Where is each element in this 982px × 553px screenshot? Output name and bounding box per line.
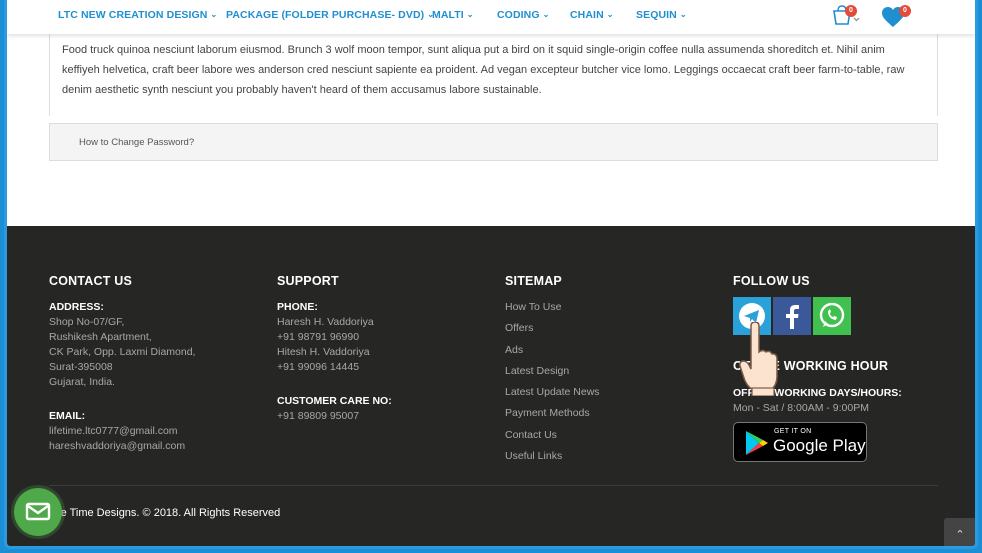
- support-title: SUPPORT: [277, 274, 339, 288]
- faq-answer-text: Food truck quinoa nesciunt laborum eiusm…: [62, 44, 905, 96]
- chevron-down-icon: ⌄: [606, 10, 614, 19]
- email-label: EMAIL:: [49, 410, 86, 422]
- chevron-up-icon: ⌃: [955, 529, 965, 541]
- address-line: Rushikesh Apartment,: [49, 331, 152, 343]
- nav-item-coding[interactable]: CODING ⌄: [497, 9, 549, 21]
- sitemap-link-useful-links[interactable]: Useful Links: [505, 446, 600, 467]
- nav-item-malti[interactable]: MALTI ⌄: [432, 9, 474, 21]
- follow-title: FOLLOW US: [733, 274, 810, 288]
- sitemap-link-offers[interactable]: Offers: [505, 318, 600, 339]
- chat-button[interactable]: [14, 488, 62, 536]
- email-link[interactable]: lifetime.ltc0777@gmail.com: [49, 424, 195, 439]
- sitemap-title: SITEMAP: [505, 274, 562, 288]
- google-play-bottom-text: Google Play: [773, 436, 866, 455]
- nav-item-label: CHAIN: [570, 9, 604, 21]
- nav-item-label: LTC NEW CREATION DESIGN: [58, 9, 208, 21]
- address-label: ADDRESS:: [49, 301, 104, 313]
- nav-item-ltc-new-creation[interactable]: LTC NEW CREATION DESIGN ⌄: [58, 9, 217, 21]
- nav-item-label: SEQUIN: [636, 9, 677, 21]
- nav-item-label: MALTI: [432, 9, 464, 21]
- nav-item-sequin[interactable]: SEQUIN ⌄: [636, 9, 687, 21]
- phone-label: PHONE:: [277, 301, 318, 313]
- address-line: Shop No-07/GF,: [49, 316, 125, 328]
- footer-sitemap-column: SITEMAP How To Use Offers Ads Latest Des…: [505, 274, 600, 467]
- whatsapp-icon: [813, 297, 851, 335]
- sitemap-link-how-to-use[interactable]: How To Use: [505, 297, 600, 318]
- nav-item-label: PACKAGE (FOLDER PURCHASE- DVD): [226, 9, 425, 21]
- chevron-down-icon: ⌄: [466, 10, 474, 19]
- sitemap-link-contact-us[interactable]: Contact Us: [505, 425, 600, 446]
- address-line: CK Park, Opp. Laxmi Diamond,: [49, 346, 196, 358]
- footer-support-column: SUPPORT PHONE: Haresh H. Vaddoriya +91 9…: [277, 274, 392, 424]
- footer-divider: [49, 485, 938, 486]
- address-line: Surat-395008: [49, 361, 113, 373]
- phone-line[interactable]: +91 98791 96990: [277, 330, 392, 345]
- chevron-down-icon: ⌄: [542, 10, 550, 19]
- wishlist-count-badge: 0: [899, 5, 911, 17]
- copyright-text: Life Time Designs. © 2018. All Rights Re…: [49, 507, 281, 519]
- top-navigation: LTC NEW CREATION DESIGN ⌄ PACKAGE (FOLDER…: [7, 0, 975, 34]
- pointer-hand-icon: [739, 322, 778, 396]
- footer: CONTACT US ADDRESS: Shop No-07/GF, Rushi…: [7, 226, 975, 546]
- phone-line: Haresh H. Vaddoriya: [277, 316, 374, 328]
- wishlist-button[interactable]: 0: [881, 5, 911, 29]
- phone-line: Hitesh H. Vaddoriya: [277, 346, 370, 358]
- office-hours-value: Mon - Sat / 8:00AM - 9:00PM: [733, 402, 869, 414]
- nav-item-chain[interactable]: CHAIN ⌄: [570, 9, 614, 21]
- nav-item-label: CODING: [497, 9, 540, 21]
- contact-title: CONTACT US: [49, 274, 133, 288]
- footer-contact-column: CONTACT US ADDRESS: Shop No-07/GF, Rushi…: [49, 274, 195, 454]
- google-play-icon: [746, 431, 768, 455]
- faq-question-label: How to Change Password?: [79, 137, 195, 148]
- chevron-down-icon: ⌄: [679, 10, 687, 19]
- faq-answer-panel: Food truck quinoa nesciunt laborum eiusm…: [49, 34, 938, 116]
- google-play-badge[interactable]: GET IT ON Google Play: [733, 422, 867, 462]
- sitemap-link-payment-methods[interactable]: Payment Methods: [505, 403, 600, 424]
- phone-line[interactable]: +91 99096 14445: [277, 360, 392, 375]
- whatsapp-button[interactable]: [813, 297, 851, 335]
- cart-button[interactable]: 0: [831, 5, 861, 29]
- nav-item-package[interactable]: PACKAGE (FOLDER PURCHASE- DVD) ⌄: [226, 9, 434, 21]
- google-play-top-text: GET IT ON: [774, 428, 812, 435]
- address-line: Gujarat, India.: [49, 376, 115, 388]
- scroll-to-top-button[interactable]: ⌃: [944, 518, 975, 546]
- sitemap-link-ads[interactable]: Ads: [505, 340, 600, 361]
- mail-icon: [25, 502, 51, 521]
- cart-count-badge: 0: [845, 5, 857, 17]
- faq-item-change-password[interactable]: How to Change Password?: [49, 123, 938, 161]
- customer-care-label: CUSTOMER CARE NO:: [277, 395, 392, 407]
- chevron-down-icon: ⌄: [210, 10, 218, 19]
- sitemap-link-latest-update-news[interactable]: Latest Update News: [505, 382, 600, 403]
- customer-care-number[interactable]: +91 89809 95007: [277, 409, 392, 424]
- email-link[interactable]: hareshvaddoriya@gmail.com: [49, 439, 195, 454]
- page-frame: LTC NEW CREATION DESIGN ⌄ PACKAGE (FOLDER…: [4, 0, 978, 549]
- sitemap-link-latest-design[interactable]: Latest Design: [505, 361, 600, 382]
